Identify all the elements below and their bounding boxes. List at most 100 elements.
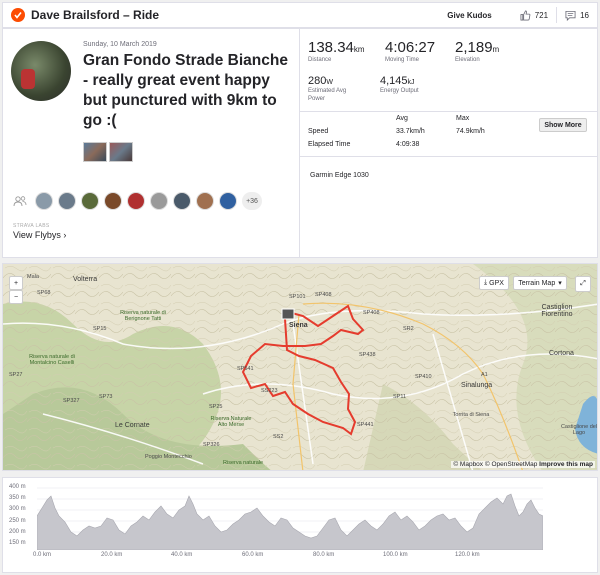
energy-value: 4,145 (380, 75, 408, 87)
comment-count: 16 (580, 10, 589, 20)
stat-elevation: 2,189m Elevation (455, 39, 499, 63)
athlete-avatar[interactable] (81, 192, 99, 210)
athlete-avatar[interactable] (58, 192, 76, 210)
show-more-button[interactable]: Show More (539, 118, 587, 132)
elevation-axis-label: 200 m (9, 529, 26, 535)
gpx-label: GPX (489, 279, 504, 287)
stat-distance: 138.34km Distance (308, 39, 365, 63)
athlete-avatar[interactable] (104, 192, 122, 210)
map-label: Riserva naturale di Berignone Tatti (120, 310, 166, 322)
athlete-avatar[interactable] (196, 192, 214, 210)
elevation-value: 2,189 (455, 39, 493, 56)
athlete-avatar[interactable] (11, 41, 71, 101)
route-map[interactable]: + − ⤓ GPX Terrain Map ▾ ⤢ Mala Volterra Si… (2, 263, 598, 471)
give-kudos-button[interactable]: Give Kudos (447, 11, 491, 20)
athlete-avatar[interactable] (219, 192, 237, 210)
kudos-counter[interactable]: 721 (520, 10, 548, 21)
elevation-axis-label: 250 m (9, 518, 26, 524)
road-label: SR2 (403, 326, 414, 332)
speed-max: 74.9km/h (456, 128, 485, 135)
stats-divider (300, 111, 597, 112)
download-icon: ⤓ (484, 279, 488, 286)
road-label: SS2 (273, 434, 284, 440)
map-label: Riserva naturale (223, 460, 264, 466)
thumbs-up-icon (520, 10, 531, 20)
activity-details: Sunday, 10 March 2019 Gran Fondo Strade … (3, 29, 300, 257)
header-divider (556, 7, 558, 23)
speed-avg: 33.7km/h (396, 128, 425, 135)
athlete-avatar[interactable] (150, 192, 168, 210)
group-athletes: +36 (35, 192, 262, 210)
road-label: SP25 (209, 404, 223, 410)
road-label: SP326 (203, 442, 220, 448)
map-label: Le Cornate (115, 422, 150, 429)
road-label: SP68 (37, 290, 51, 296)
athlete-avatar[interactable] (35, 192, 53, 210)
athlete-avatar[interactable] (127, 192, 145, 210)
strava-logo-icon (11, 8, 25, 22)
distance-value: 138.34 (308, 39, 354, 56)
fullscreen-icon: ⤢ (580, 280, 586, 287)
gpx-download-button[interactable]: ⤓ GPX (479, 276, 509, 290)
map-label-siena: Siena (289, 322, 308, 329)
road-label: SP73 (99, 394, 113, 400)
start-finish-marker[interactable] (281, 308, 295, 320)
activity-photo[interactable] (83, 142, 107, 162)
elevation-label: Elevation (455, 57, 480, 63)
zoom-in-button[interactable]: + (9, 276, 23, 290)
distance-axis-label: 0.0 km (33, 552, 52, 558)
fullscreen-button[interactable]: ⤢ (575, 276, 591, 292)
device-name: Garmin Edge 1030 (310, 172, 369, 179)
distance-axis-label: 60.0 km (242, 552, 264, 558)
road-label: SP27 (9, 372, 23, 378)
map-attribution: © Mapbox © OpenStreetMap Improve this ma… (451, 461, 595, 468)
comment-icon (565, 10, 576, 21)
elevation-axis-label: 300 m (9, 506, 26, 512)
road-label: SP541 (237, 366, 254, 372)
energy-label: Energy Output (380, 88, 419, 94)
stat-energy: 4,145kJ Energy Output (380, 75, 419, 95)
moving-time-label: Moving Time (385, 57, 420, 63)
improve-map-link[interactable]: Improve this map (539, 461, 593, 468)
map-type-select[interactable]: Terrain Map ▾ (513, 276, 567, 290)
map-label: Castiglione del Lago (560, 424, 598, 436)
elapsed-time-label: Elapsed Time (308, 141, 351, 148)
elevation-profile[interactable]: 400 m 350 m 300 m 250 m 200 m 150 m 0.0 … (2, 477, 598, 573)
elevation-area (37, 487, 543, 550)
elevation-axis-label: 350 m (9, 495, 26, 501)
kudos-count: 721 (534, 10, 549, 20)
activity-header: Dave Brailsford – Ride Give Kudos 721 16 (2, 2, 598, 28)
activity-title: Gran Fondo Strade Bianche - really great… (83, 52, 288, 129)
activity-photo[interactable] (109, 142, 133, 162)
mapbox-attribution-link[interactable]: © Mapbox (453, 461, 483, 468)
distance-unit: km (353, 45, 365, 54)
more-athletes-badge[interactable]: +36 (242, 192, 262, 210)
map-label: Castiglion Fiorentino (541, 304, 573, 318)
view-flybys-link[interactable]: View Flybys › (13, 230, 66, 240)
speed-label: Speed (308, 128, 329, 135)
power-unit: W (326, 79, 333, 86)
chevron-down-icon: ▾ (558, 280, 562, 287)
energy-unit: kJ (407, 79, 415, 86)
max-column-header: Max (456, 115, 470, 122)
osm-attribution-link[interactable]: © OpenStreetMap (485, 461, 537, 468)
power-label-1: Estimated Avg (308, 88, 347, 94)
road-label: SP408 (315, 292, 332, 298)
map-label: Riserva Naturale Alto Merse (210, 416, 252, 428)
map-label: Sinalunga (461, 382, 493, 389)
road-label: SP11 (393, 394, 407, 400)
group-icon (13, 196, 27, 207)
zoom-out-button[interactable]: − (9, 290, 23, 304)
comment-counter[interactable]: 16 (565, 10, 589, 21)
athlete-avatar[interactable] (173, 192, 191, 210)
road-label: SP408 (363, 310, 380, 316)
elevation-axis-label: 150 m (9, 540, 26, 546)
map-label: Volterra (73, 276, 98, 283)
distance-axis-label: 120.0 km (455, 552, 480, 558)
road-label: SP438 (359, 352, 376, 358)
flyby-caption: STRAVA LABS (13, 223, 50, 229)
activity-stats: 138.34km Distance 4:06:27 Moving Time 2,… (300, 29, 597, 257)
distance-axis-label: 100.0 km (383, 552, 408, 558)
road-label: SP101 (289, 294, 306, 300)
distance-axis-label: 40.0 km (171, 552, 193, 558)
